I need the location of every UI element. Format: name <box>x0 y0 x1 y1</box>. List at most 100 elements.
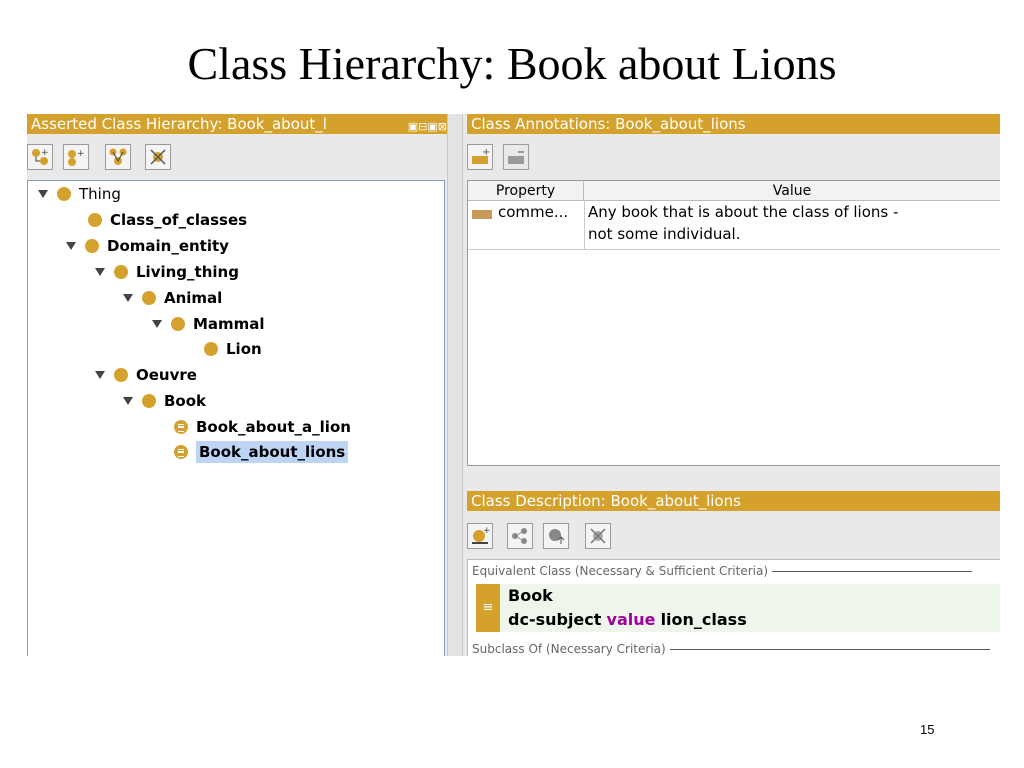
annotation-property-icon <box>472 210 492 219</box>
class-description: Equivalent Class (Necessary & Sufficient… <box>467 559 1000 656</box>
tree-node-label-selected: Book_about_lions <box>196 441 349 463</box>
class-icon <box>171 317 185 331</box>
slide-title: Class Hierarchy: Book about Lions <box>187 38 837 89</box>
tree-node-animal[interactable]: Animal <box>123 287 222 309</box>
tree-node-book-about-a-lion[interactable]: Book_about_a_lion <box>174 416 351 438</box>
hierarchy-panel-header: Asserted Class Hierarchy: Book_about_l ▣… <box>27 114 449 134</box>
class-tree: Thing Class_of_classes Domain_entity Liv… <box>27 180 445 656</box>
class-icon <box>114 265 128 279</box>
tree-node-label: Domain_entity <box>107 237 229 255</box>
annotations-toolbar: + <box>467 134 1000 180</box>
svg-text:+: + <box>77 149 85 159</box>
annotation-value-line: not some individual. <box>588 225 741 243</box>
annotations-panel-title: Class Annotations: Book_about_lions <box>471 115 746 133</box>
tree-node-book[interactable]: Book <box>123 390 206 412</box>
remove-icon <box>590 528 606 544</box>
tree-node-living-thing[interactable]: Living_thing <box>95 261 239 283</box>
add-named-class-button[interactable] <box>507 523 533 549</box>
splitter[interactable] <box>447 114 463 656</box>
svg-text:+: + <box>41 148 49 158</box>
restriction-keyword: value <box>606 610 656 629</box>
subclass-section-label: Subclass Of (Necessary Criteria) <box>472 642 990 656</box>
column-header-value[interactable]: Value <box>584 181 1000 201</box>
remove-button[interactable] <box>585 523 611 549</box>
tree-node-label: Class_of_classes <box>110 211 248 229</box>
equivalent-class-name: Book <box>508 586 553 605</box>
tree-node-mammal[interactable]: Mammal <box>152 313 265 335</box>
section-rule <box>669 648 990 650</box>
add-sibling-icon: + <box>68 149 85 166</box>
defined-class-icon <box>174 445 188 459</box>
section-label-text: Subclass Of (Necessary Criteria) <box>472 642 666 656</box>
section-label-text: Equivalent Class (Necessary & Sufficient… <box>472 564 769 578</box>
defined-class-icon <box>174 420 188 434</box>
tree-node-lion[interactable]: Lion <box>204 338 262 360</box>
add-superclass-icon <box>549 529 565 544</box>
add-annotation-icon: + <box>472 147 490 164</box>
right-panels: Class Annotations: Book_about_lions + Pr… <box>465 114 1000 656</box>
add-annotation-button[interactable]: + <box>467 144 493 170</box>
tree-node-label: Thing <box>79 185 121 203</box>
expand-toggle-icon[interactable] <box>123 294 133 302</box>
restriction-property: dc-subject <box>508 610 602 629</box>
annotation-value-line: Any book that is about the class of lion… <box>588 203 899 221</box>
tree-node-label: Mammal <box>193 315 265 333</box>
restriction-filler: lion_class <box>660 610 747 629</box>
hierarchy-toolbar: + + <box>27 134 445 180</box>
tree-node-label: Book_about_a_lion <box>196 418 351 436</box>
column-header-property[interactable]: Property <box>468 181 584 201</box>
tree-node-class-of-classes[interactable]: Class_of_classes <box>88 209 247 231</box>
create-hierarchy-button[interactable] <box>105 144 131 170</box>
delete-class-icon <box>150 149 166 165</box>
tree-node-oeuvre[interactable]: Oeuvre <box>95 364 197 386</box>
expand-toggle-icon[interactable] <box>66 242 76 250</box>
add-subclass-button[interactable]: + <box>27 144 53 170</box>
hierarchy-panel-title: Asserted Class Hierarchy: Book_about_l <box>31 115 327 133</box>
add-sibling-button[interactable]: + <box>63 144 89 170</box>
slide-number: 15 <box>920 722 935 737</box>
expand-toggle-icon[interactable] <box>38 190 48 198</box>
tree-node-domain-entity[interactable]: Domain_entity <box>66 235 229 257</box>
delete-class-button[interactable] <box>145 144 171 170</box>
column-divider <box>584 201 585 249</box>
window-controls-icon[interactable]: ▣⊟▣⊠ <box>407 117 447 134</box>
description-panel-header: Class Description: Book_about_lions <box>467 491 1000 511</box>
annotation-property-cell: comme... <box>498 203 569 221</box>
class-icon <box>142 394 156 408</box>
remove-annotation-button[interactable] <box>503 144 529 170</box>
svg-text:+: + <box>482 147 490 158</box>
description-toolbar: + <box>467 511 1000 559</box>
intersection-icon: ≡ <box>476 584 500 632</box>
class-icon <box>85 239 99 253</box>
add-named-class-icon <box>512 528 527 544</box>
annotations-table: Property Value comme... Any book that is… <box>467 180 1000 466</box>
expand-toggle-icon[interactable] <box>95 371 105 379</box>
class-icon <box>88 213 102 227</box>
add-superclass-button[interactable] <box>543 523 569 549</box>
create-restriction-button[interactable]: + <box>467 523 493 549</box>
equivalent-class-section-label: Equivalent Class (Necessary & Sufficient… <box>472 564 973 578</box>
expand-toggle-icon[interactable] <box>123 397 133 405</box>
svg-text:+: + <box>483 526 490 536</box>
class-icon <box>204 342 218 356</box>
tree-node-label: Book <box>164 392 207 410</box>
annotations-panel-header: Class Annotations: Book_about_lions <box>467 114 1000 134</box>
create-restriction-icon: + <box>472 526 490 544</box>
equivalent-class-entry[interactable]: ≡ Book dc-subject value lion_class <box>476 584 1000 632</box>
class-icon <box>142 291 156 305</box>
tree-node-book-about-lions[interactable]: Book_about_lions <box>174 441 349 463</box>
tree-node-label: Living_thing <box>136 263 239 281</box>
restriction-line: dc-subject value lion_class <box>508 609 747 631</box>
table-row[interactable]: comme... Any book that is about the clas… <box>468 201 1000 250</box>
protege-screenshot: Asserted Class Hierarchy: Book_about_l ▣… <box>27 114 1000 656</box>
expand-toggle-icon[interactable] <box>95 268 105 276</box>
class-icon <box>57 187 71 201</box>
tree-node-label: Lion <box>226 340 262 358</box>
tree-node-label: Oeuvre <box>136 366 197 384</box>
tree-node-label: Animal <box>164 289 223 307</box>
class-icon <box>114 368 128 382</box>
remove-annotation-icon <box>508 151 524 164</box>
tree-node-thing[interactable]: Thing <box>38 183 121 205</box>
expand-toggle-icon[interactable] <box>152 320 162 328</box>
description-panel-title: Class Description: Book_about_lions <box>471 492 741 510</box>
